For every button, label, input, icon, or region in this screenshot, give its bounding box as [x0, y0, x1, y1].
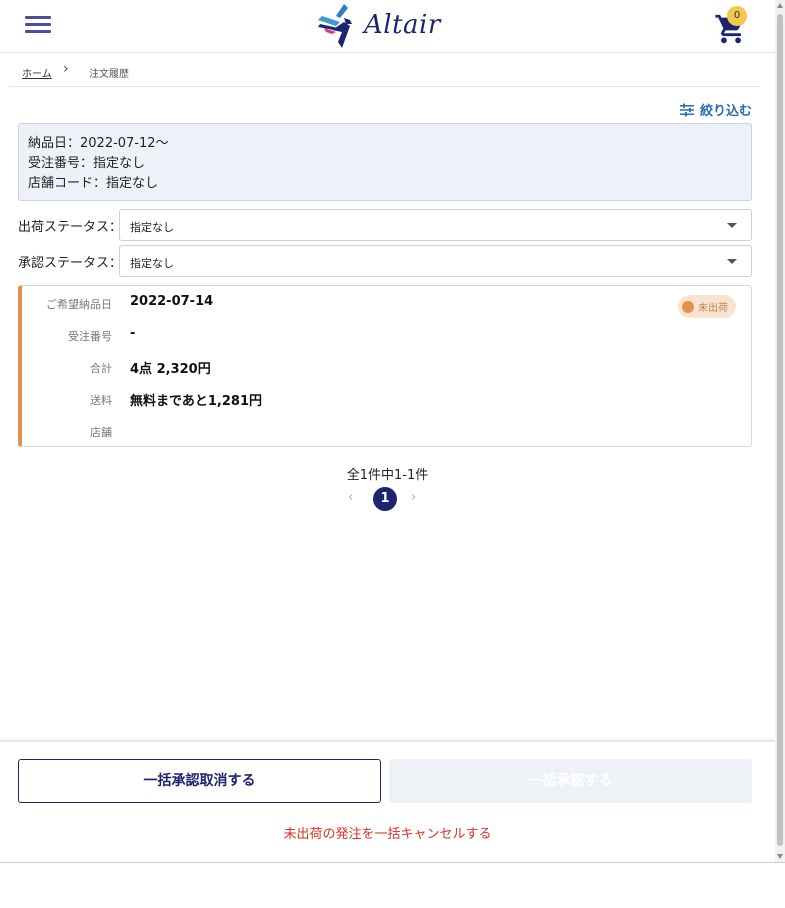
- filter-summary: 納品日：2022-07-12〜 受注番号：指定なし 店舗コード：指定なし: [18, 123, 752, 201]
- app-header: Altair 0: [0, 0, 775, 53]
- order-row-total: 合計 4点 2,320円: [22, 360, 622, 380]
- bird-logo-icon: [318, 4, 352, 48]
- order-row-label: 受注番号: [68, 330, 112, 343]
- filter-button[interactable]: 絞り込む: [679, 100, 752, 119]
- chevron-right-icon: ›: [63, 61, 69, 77]
- bulk-cancel-approval-button[interactable]: 一括承認取消する: [18, 759, 381, 803]
- order-history-page: Altair 0 ホーム › 注文履歴 絞り込む 納品日：2022-07-12〜…: [0, 0, 775, 862]
- order-row-order-number: 受注番号 -: [22, 326, 622, 348]
- bulk-approve-button: 一括承認する: [389, 759, 752, 803]
- summary-delivery-date: 納品日：2022-07-12〜: [28, 136, 169, 151]
- caret-down-icon: [727, 223, 737, 228]
- approval-status-label: 承認ステータス：: [18, 256, 123, 271]
- chevron-left-icon[interactable]: ‹: [348, 490, 353, 505]
- pagination: ‹ 1 ›: [345, 487, 425, 511]
- order-row-value: -: [130, 326, 136, 341]
- logo-text: Altair: [364, 10, 441, 40]
- scroll-down-icon[interactable]: [777, 854, 783, 859]
- altair-logo[interactable]: Altair: [314, 2, 460, 50]
- shipping-status-row: 出荷ステータス： 指定なし: [18, 209, 752, 241]
- divider: [0, 862, 785, 863]
- order-row-label: ご希望納品日: [46, 298, 112, 311]
- status-dot-icon: [682, 300, 694, 313]
- order-row-delivery-date: ご希望納品日 2022-07-14: [22, 294, 622, 316]
- page-number-button[interactable]: 1: [373, 487, 397, 511]
- order-row-shipping-fee: 送料 無料まであと1,281円: [22, 392, 622, 412]
- approval-status-value: 指定なし: [130, 257, 174, 270]
- shipping-status-value: 指定なし: [130, 221, 174, 234]
- breadcrumb-home-link[interactable]: ホーム: [22, 65, 52, 80]
- breadcrumb-current: 注文履歴: [89, 69, 129, 80]
- approval-status-select[interactable]: 指定なし: [119, 245, 752, 277]
- bulk-action-bar: 一括承認取消する 一括承認する 未出荷の発注を一括キャンセルする: [0, 740, 775, 862]
- order-card[interactable]: 未出荷 ご希望納品日 2022-07-14 受注番号 - 合計 4点 2,320…: [18, 285, 752, 447]
- bulk-cancel-unshipped-link[interactable]: 未出荷の発注を一括キャンセルする: [0, 823, 775, 842]
- shipping-status-select[interactable]: 指定なし: [119, 209, 752, 241]
- scrollbar-thumb[interactable]: [777, 14, 783, 846]
- filter-label: 絞り込む: [699, 104, 752, 119]
- pagination-summary: 全1件中1-1件: [346, 468, 429, 483]
- cart-count-badge: 0: [727, 6, 747, 26]
- shipping-status-label: 出荷ステータス：: [18, 220, 123, 235]
- scroll-up-icon[interactable]: [777, 3, 783, 8]
- sliders-icon: [679, 103, 694, 116]
- order-row-label: 送料: [90, 394, 112, 407]
- breadcrumb: ホーム › 注文履歴: [10, 54, 760, 87]
- summary-order-number: 受注番号：指定なし: [28, 156, 146, 171]
- order-row-value: 無料まであと1,281円: [130, 394, 262, 409]
- order-row-value: 4点 2,320円: [130, 362, 211, 377]
- order-row-label: 合計: [90, 362, 112, 375]
- summary-store-code: 店舗コード：指定なし: [28, 176, 159, 191]
- caret-down-icon: [727, 259, 737, 264]
- vertical-scrollbar[interactable]: [775, 0, 785, 862]
- order-row-value: 2022-07-14: [130, 294, 214, 309]
- order-row-label: 店舗: [90, 426, 112, 439]
- shipping-status-badge: 未出荷: [678, 295, 736, 318]
- menu-icon[interactable]: [25, 16, 51, 34]
- approval-status-row: 承認ステータス： 指定なし: [18, 245, 752, 277]
- chevron-right-icon[interactable]: ›: [411, 490, 416, 505]
- order-row-store: 店舗: [22, 424, 622, 444]
- shipping-status-badge-label: 未出荷: [698, 303, 728, 314]
